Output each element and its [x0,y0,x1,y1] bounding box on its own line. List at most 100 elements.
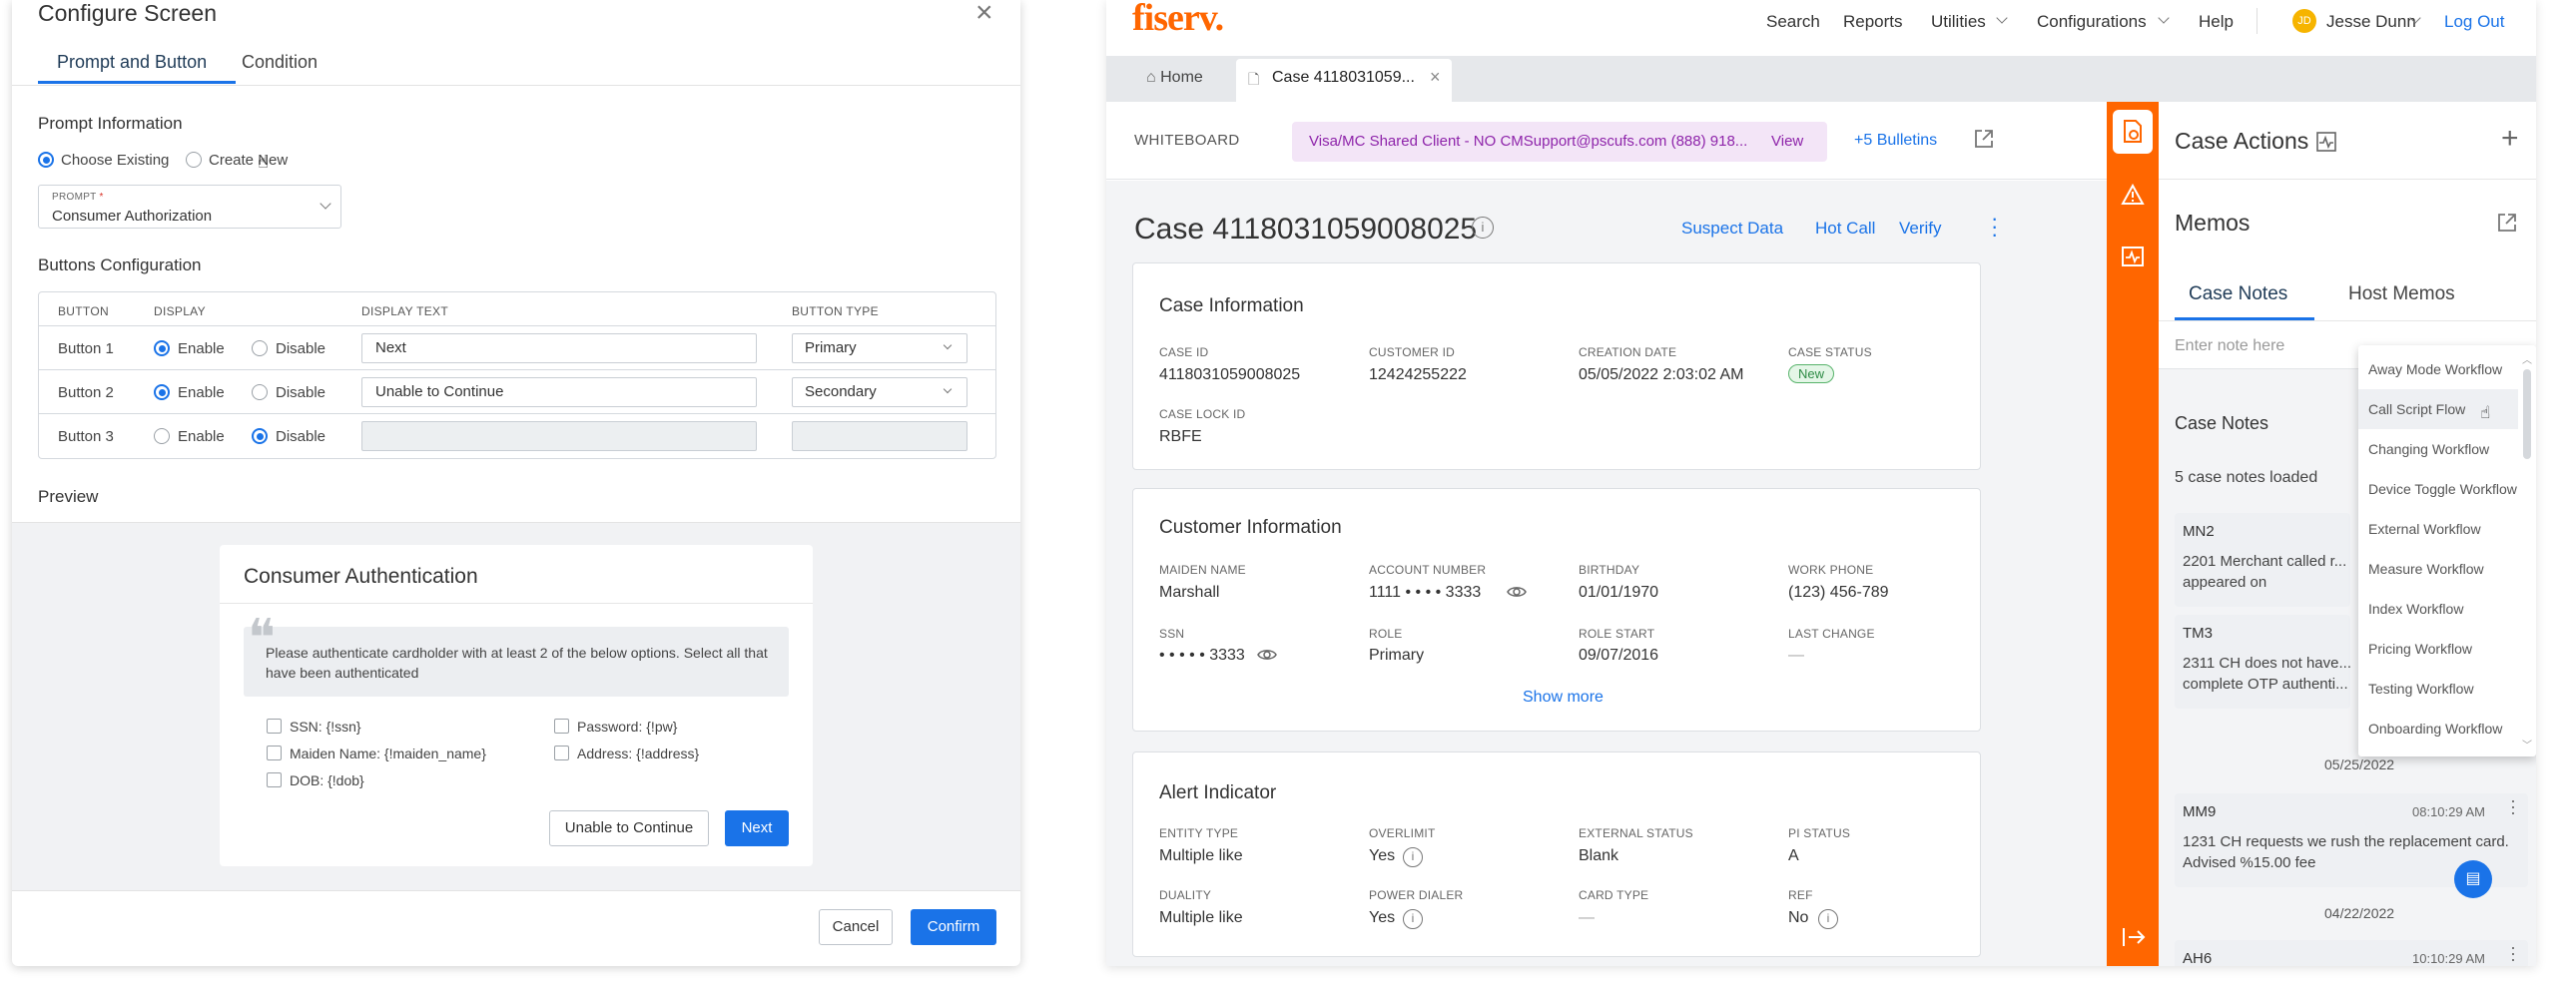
eye-icon[interactable] [1257,648,1277,662]
button-type-select[interactable]: Primary [792,333,967,363]
tab-condition[interactable]: Condition [242,52,318,73]
tab-home-label: Home [1160,69,1203,86]
disable-radio[interactable] [252,428,268,444]
field-label: WORK PHONE [1788,563,1874,577]
prompt-select[interactable]: PROMPT * Consumer Authorization [38,185,341,229]
close-icon[interactable]: × [1430,67,1441,88]
dropdown-item[interactable]: Away Mode Workflow [2358,349,2518,389]
col-button-type: BUTTON TYPE [792,304,879,318]
enable-label: Enable [178,340,225,357]
chevron-down-icon [1996,12,2008,24]
more-vertical-icon[interactable]: · · · [1991,208,1998,246]
password-checkbox[interactable] [554,719,569,734]
tab-home[interactable]: ⌂ Home [1146,69,1203,87]
field-label: LAST CHANGE [1788,627,1875,641]
dropdown-item[interactable]: Index Workflow [2358,589,2518,629]
dropdown-item[interactable]: Measure Workflow [2358,549,2518,589]
dropdown-item[interactable]: Device Toggle Workflow [2358,469,2518,509]
customer-information-card: Customer Information MAIDEN NAME Marshal… [1132,488,1981,732]
preview-card-title: Consumer Authentication [244,565,478,588]
field-value: 4118031059008025 [1159,366,1301,383]
info-icon[interactable]: i [1472,217,1494,239]
display-text-input[interactable]: Unable to Continue [361,377,757,407]
nav-help[interactable]: Help [2199,12,2234,32]
collapse-panel-icon[interactable] [2121,926,2147,948]
button-type-select[interactable]: Secondary [792,377,967,407]
close-icon[interactable]: × [975,0,993,30]
more-vertical-icon[interactable]: · · · [2510,791,2516,821]
nav-utilities[interactable]: Utilities [1931,12,1986,32]
activity-icon[interactable] [2121,246,2145,267]
more-bulletins-link[interactable]: +5 Bulletins [1854,132,1937,150]
dropdown-item[interactable]: External Workflow [2358,509,2518,549]
enable-label: Enable [178,384,225,401]
create-new-radio[interactable] [186,152,202,168]
cancel-button[interactable]: Cancel [819,909,893,945]
tab-case-notes[interactable]: Case Notes [2189,283,2287,305]
chevron-down-icon[interactable]: ﹀ [2522,737,2532,751]
nav-search[interactable]: Search [1766,12,1820,32]
address-checkbox[interactable] [554,746,569,760]
user-name[interactable]: Jesse Dunn [2326,12,2416,32]
info-icon[interactable]: i [1403,909,1423,929]
bulletin[interactable]: Visa/MC Shared Client - NO CMSupport@psc… [1292,122,1827,162]
external-link-icon[interactable] [1973,128,1995,150]
add-icon[interactable]: + [2501,122,2519,156]
address-label: Address: {!address} [577,746,700,761]
warning-icon[interactable] [2121,184,2145,206]
more-vertical-icon[interactable]: · · · [2510,938,2516,966]
field-label: EXTERNAL STATUS [1579,826,1693,840]
external-link-icon[interactable] [2496,212,2518,234]
disable-radio[interactable] [252,384,268,400]
log-out-link[interactable]: Log Out [2444,12,2505,32]
ssn-checkbox[interactable] [267,719,282,734]
next-button[interactable]: Next [725,810,789,846]
avatar[interactable]: JD [2292,9,2316,33]
dropdown-item[interactable]: Testing Workflow [2358,669,2518,709]
info-icon[interactable]: i [1818,909,1838,929]
nav-reports[interactable]: Reports [1843,12,1903,32]
prompt-field-label: PROMPT [52,192,97,203]
tab-prompt-and-button[interactable]: Prompt and Button [57,52,207,73]
enable-radio[interactable] [154,384,170,400]
tab-case[interactable]: 🗋 Case 4118031059... × [1236,59,1452,102]
preview-area: Consumer Authentication ❝ Please authent… [12,523,1020,890]
confirm-button[interactable]: Confirm [911,909,996,945]
field-label: CASE STATUS [1788,345,1872,359]
dropdown-scrollbar[interactable]: ︿ ﹀ [2520,349,2534,752]
alert-indicator-card: Alert Indicator ENTITY TYPE Multiple lik… [1132,751,1981,957]
col-display-text: DISPLAY TEXT [361,304,448,318]
info-icon[interactable]: i [1403,847,1423,867]
dropdown-item[interactable]: Changing Workflow [2358,429,2518,469]
show-more-link[interactable]: Show more [1523,689,1604,707]
note-card[interactable]: AH6 10:10:29 AM · · · [2175,938,2528,966]
display-text-input[interactable]: Next [361,333,757,363]
verify-link[interactable]: Verify [1899,219,1942,239]
note-card[interactable]: MN2 2201 Merchant called r... appeared o… [2175,513,2350,607]
chat-icon[interactable]: ▤ [2454,860,2492,898]
tab-host-memos[interactable]: Host Memos [2348,283,2455,305]
dropdown-item[interactable]: Pricing Workflow [2358,629,2518,669]
suspect-data-link[interactable]: Suspect Data [1681,219,1783,239]
maiden-name-checkbox[interactable] [267,746,282,760]
eye-icon[interactable] [1507,585,1527,599]
chevron-up-icon[interactable]: ︿ [2522,351,2532,366]
hot-call-link[interactable]: Hot Call [1815,219,1875,239]
choose-existing-radio[interactable] [38,152,54,168]
scrollbar-thumb[interactable] [2523,369,2531,459]
rail-item-case-actions[interactable] [2113,110,2153,154]
nav-configurations[interactable]: Configurations [2037,12,2147,32]
dropdown-item[interactable]: Onboarding Workflow [2358,709,2518,748]
field-label: CREATION DATE [1579,345,1677,359]
dropdown-item[interactable]: Call Script Flow [2358,389,2518,429]
enable-radio[interactable] [154,428,170,444]
disable-label: Disable [276,428,326,445]
bulletin-view-link[interactable]: View [1771,133,1803,150]
dob-checkbox[interactable] [267,772,282,787]
note-card[interactable]: TM3 2311 CH does not have... complete OT… [2175,615,2351,709]
unable-to-continue-button[interactable]: Unable to Continue [549,810,709,846]
required-marker: * [99,192,104,203]
field-value: Multiple like [1159,909,1243,926]
disable-radio[interactable] [252,340,268,356]
enable-radio[interactable] [154,340,170,356]
